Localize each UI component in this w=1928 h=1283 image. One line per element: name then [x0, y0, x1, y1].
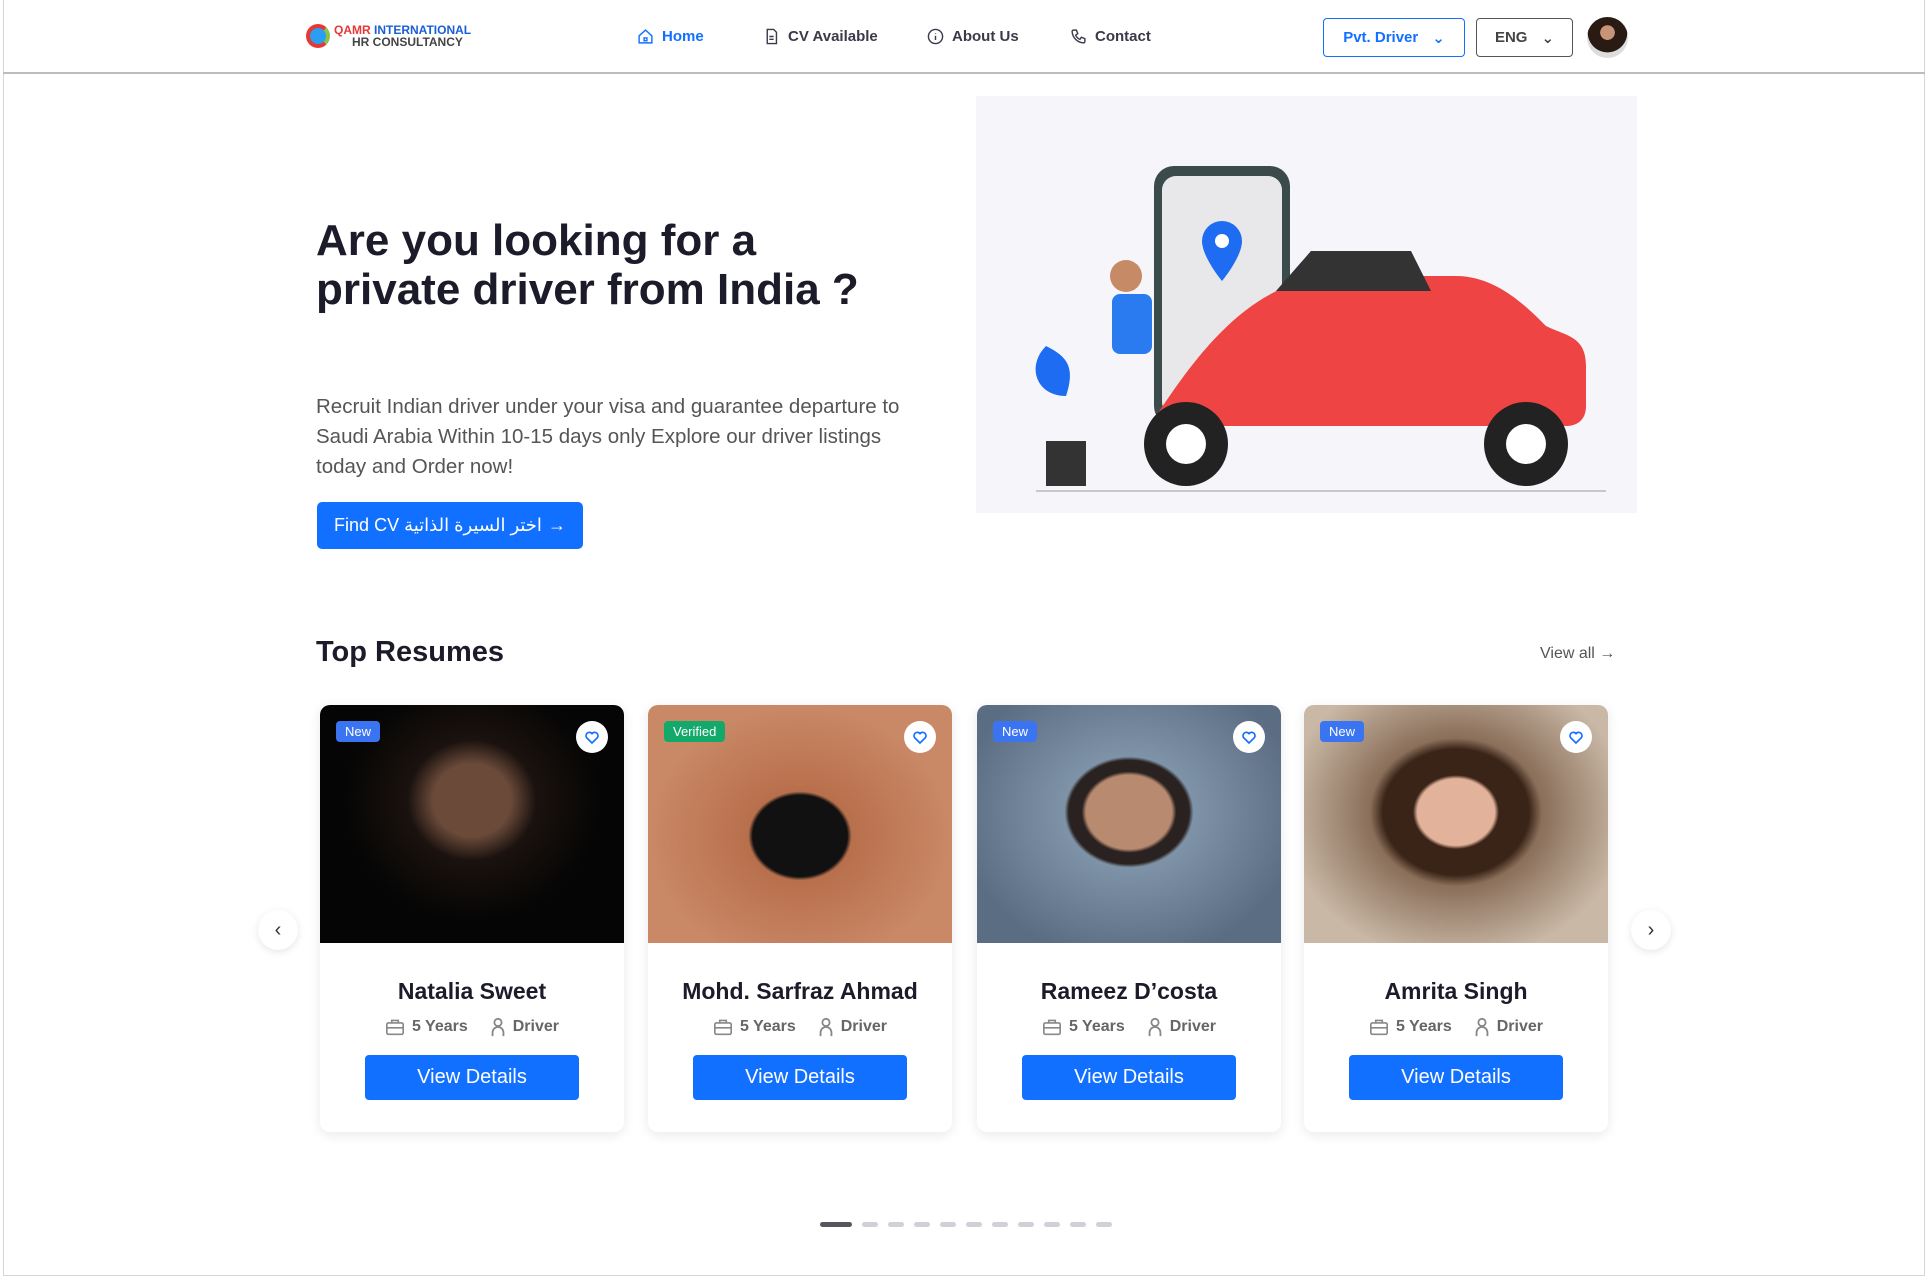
- nav-contact[interactable]: Contact: [1070, 28, 1151, 45]
- chevron-down-icon: ⌄: [1432, 29, 1445, 47]
- pagination-dot[interactable]: [992, 1222, 1008, 1227]
- hero-title-line: private driver from India ?: [316, 265, 859, 314]
- pagination-dot[interactable]: [862, 1222, 878, 1227]
- view-details-button[interactable]: View Details: [1022, 1055, 1236, 1100]
- user-icon: [819, 1017, 833, 1037]
- heart-icon: [913, 731, 927, 745]
- language-select[interactable]: ENG ⌄: [1476, 18, 1573, 57]
- candidate-photo: New: [320, 705, 624, 943]
- heart-icon: [585, 731, 599, 745]
- user-avatar[interactable]: [1587, 17, 1628, 58]
- pagination-dot[interactable]: [966, 1222, 982, 1227]
- experience: 5 Years: [739, 1018, 796, 1035]
- section-title: Top Resumes: [316, 636, 505, 668]
- pagination-dot[interactable]: [1044, 1222, 1060, 1227]
- category-select[interactable]: Pvt. Driver ⌄: [1323, 18, 1465, 57]
- nav-label: Home: [662, 28, 704, 45]
- view-all-link[interactable]: View all →: [1540, 645, 1615, 663]
- category-value: Pvt. Driver: [1343, 29, 1419, 46]
- nav-about-us[interactable]: About Us: [927, 28, 1019, 45]
- status-badge: New: [993, 721, 1038, 742]
- pagination-dot[interactable]: [914, 1222, 930, 1227]
- pagination-dot[interactable]: [1018, 1222, 1034, 1227]
- favorite-button[interactable]: [904, 721, 936, 753]
- nav-label: Contact: [1095, 28, 1151, 45]
- pagination-dot[interactable]: [1070, 1222, 1086, 1227]
- header: QAMR INTERNATIONAL HR CONSULTANCY Home CV…: [3, 0, 1925, 74]
- logo-icon: [306, 24, 330, 48]
- chevron-left-icon: ‹: [274, 918, 282, 941]
- nav-cv-available[interactable]: CV Available: [763, 28, 878, 45]
- briefcase-icon: [1369, 1019, 1388, 1036]
- view-details-button[interactable]: View Details: [365, 1055, 579, 1100]
- chevron-down-icon: ⌄: [1541, 29, 1555, 47]
- candidate-photo: New: [1304, 705, 1608, 943]
- chevron-right-icon: ›: [1647, 918, 1655, 941]
- role: Driver: [1496, 1018, 1543, 1035]
- logo-subtitle: HR CONSULTANCY: [352, 35, 463, 49]
- hero-title-line: Are you looking for a: [316, 216, 757, 265]
- favorite-button[interactable]: [1560, 721, 1592, 753]
- role: Driver: [840, 1018, 887, 1035]
- status-badge: New: [336, 721, 381, 742]
- arrow-right-icon: →: [1599, 645, 1616, 662]
- resume-card[interactable]: New Amrita Singh 5 Years Driver View Det…: [1304, 705, 1608, 1132]
- briefcase-icon: [713, 1019, 732, 1036]
- hero-illustration: [976, 96, 1637, 513]
- hero-description: Recruit Indian driver under your visa an…: [316, 395, 900, 478]
- resume-card[interactable]: Verified Mohd. Sarfraz Ahmad 5 Years Dri…: [648, 705, 952, 1132]
- status-badge: New: [1320, 721, 1365, 742]
- view-details-button[interactable]: View Details: [693, 1055, 907, 1100]
- status-badge: Verified: [664, 721, 726, 742]
- candidate-name: Mohd. Sarfraz Ahmad: [682, 978, 918, 1004]
- briefcase-icon: [1042, 1019, 1061, 1036]
- experience: 5 Years: [1068, 1018, 1125, 1035]
- carousel-prev-button[interactable]: ‹: [258, 910, 298, 950]
- pagination-dot[interactable]: [820, 1222, 852, 1227]
- resume-card[interactable]: New Natalia Sweet 5 Years Driver View De…: [320, 705, 624, 1132]
- logo[interactable]: QAMR INTERNATIONAL HR CONSULTANCY: [306, 24, 471, 48]
- user-icon: [1475, 1017, 1489, 1037]
- candidate-name: Rameez D’costa: [1040, 978, 1218, 1004]
- carousel-pagination: [820, 1222, 1112, 1227]
- resume-card[interactable]: New Rameez D’costa 5 Years Driver View D…: [977, 705, 1281, 1132]
- user-icon: [491, 1017, 505, 1037]
- candidate-photo: Verified: [648, 705, 952, 943]
- heart-icon: [1242, 731, 1256, 745]
- carousel-next-button[interactable]: ›: [1631, 910, 1671, 950]
- candidate-photo: New: [977, 705, 1281, 943]
- info-icon: [927, 28, 944, 45]
- experience: 5 Years: [411, 1018, 468, 1035]
- candidate-name: Amrita Singh: [1384, 978, 1528, 1004]
- role: Driver: [512, 1018, 559, 1035]
- nav-label: About Us: [952, 28, 1019, 45]
- user-icon: [1148, 1017, 1162, 1037]
- pagination-dot[interactable]: [1096, 1222, 1112, 1227]
- candidate-name: Natalia Sweet: [397, 978, 547, 1004]
- view-details-button[interactable]: View Details: [1349, 1055, 1563, 1100]
- favorite-button[interactable]: [576, 721, 608, 753]
- find-cv-button[interactable]: Find CV اختر السيرة الذاتية →: [317, 502, 583, 549]
- home-icon: [638, 29, 653, 44]
- hero-title: Are you looking for a private driver from…: [316, 216, 859, 314]
- pagination-dot[interactable]: [940, 1222, 956, 1227]
- nav-label: CV Available: [788, 28, 878, 45]
- document-icon: [766, 28, 778, 45]
- favorite-button[interactable]: [1233, 721, 1265, 753]
- arrow-right-icon: →: [547, 515, 566, 535]
- phone-icon: [1071, 29, 1086, 44]
- language-value: ENG: [1494, 29, 1528, 46]
- experience: 5 Years: [1395, 1018, 1452, 1035]
- role: Driver: [1169, 1018, 1216, 1035]
- find-cv-label: Find CV اختر السيرة الذاتية: [334, 515, 542, 535]
- pagination-dot[interactable]: [888, 1222, 904, 1227]
- view-all-label: View all: [1540, 645, 1595, 662]
- briefcase-icon: [385, 1019, 404, 1036]
- heart-icon: [1569, 731, 1583, 745]
- nav-home[interactable]: Home: [637, 28, 704, 45]
